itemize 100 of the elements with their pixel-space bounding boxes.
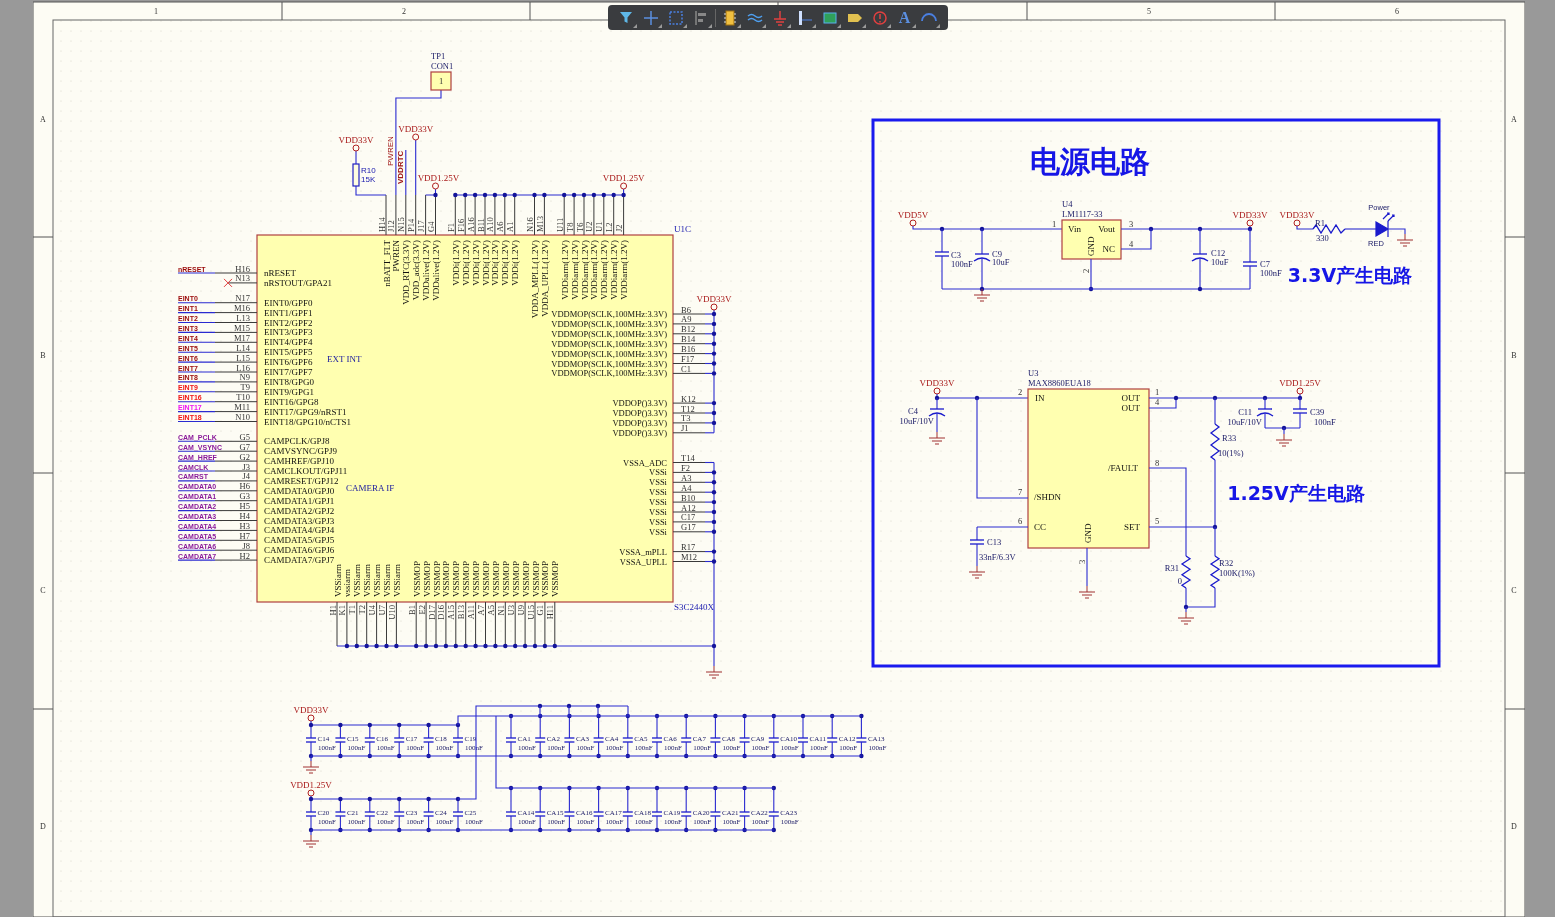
component-designator: U4 — [1062, 199, 1073, 209]
pin-number: P14 — [406, 218, 417, 232]
component-value: 10uF — [992, 257, 1010, 267]
pin-number: K12 — [681, 393, 696, 404]
pin-number: F16 — [455, 218, 466, 232]
pin-number: M12 — [681, 552, 698, 562]
pin-name: VDDi(1.2V) — [460, 240, 471, 286]
pin-number: T3 — [681, 413, 691, 424]
pin-number: N15 — [396, 217, 407, 232]
pin-number: T12 — [681, 403, 695, 414]
pin-name: VSSiarm — [391, 564, 402, 597]
pin-number: A5 — [485, 605, 496, 616]
power-net-label: VDD33V — [1232, 210, 1268, 220]
pin-number: C1 — [681, 363, 691, 374]
component-designator: C7 — [1260, 259, 1270, 269]
pin-name: VDDOP()3.3V) — [612, 408, 667, 418]
pin-number: G5 — [239, 431, 250, 442]
text-tool-button[interactable]: A — [893, 6, 916, 29]
pin-number: B10 — [681, 492, 696, 503]
pin-name: VSSi — [649, 477, 667, 488]
pin-name: CAMPCLK/GPJ8 — [264, 436, 330, 447]
pin-number: E2 — [416, 605, 427, 615]
pin-number: A9 — [681, 314, 692, 325]
pin-name: VSSi — [649, 467, 667, 478]
pin-number: N1 — [495, 605, 506, 616]
pin-name: vssiarm — [342, 569, 353, 597]
pin-name: CAMDATA7/GPJ7 — [264, 555, 335, 566]
zone-label: 6 — [1395, 7, 1399, 16]
pin-name: EINT16/GPG8 — [264, 396, 319, 407]
pin-number: L13 — [236, 313, 250, 323]
pin-name: CAMDATA0/GPJ0 — [264, 485, 335, 496]
pin-name: VDDOP()3.3V) — [612, 417, 667, 428]
power-net-label: VDD33V — [338, 135, 374, 145]
pin-number: J2 — [614, 224, 625, 232]
pin-number: N10 — [235, 412, 250, 422]
pin-number: B12 — [681, 324, 696, 335]
component-value: 0 — [1177, 576, 1182, 586]
pin-name: CC — [1034, 522, 1046, 532]
zone-label: D — [40, 822, 46, 831]
power-net-label: VDD1.25V — [417, 173, 460, 183]
pin-name: VSSi — [649, 526, 667, 537]
pin-name: VSSi — [649, 507, 667, 517]
pin-name: VDDOP()3.3V) — [612, 427, 667, 438]
pin-name: EINT9/GPG1 — [264, 386, 314, 397]
pin-name: VDDiarm(1.2V) — [589, 240, 600, 300]
block-label: EXT INT — [327, 354, 362, 364]
power-net-label: VDD33V — [696, 294, 732, 304]
pin-name: VDD_RTC(3.3V) — [401, 240, 412, 305]
pin-name: VDDi(1.2V) — [470, 240, 481, 286]
pin-name: CAMVSYNC/GPJ9 — [264, 446, 338, 457]
pin-name: PWREN — [391, 240, 402, 272]
power-net-label: VDD33V — [293, 705, 329, 715]
component-value: 100nF — [1260, 268, 1282, 278]
pin-name: NC — [1102, 244, 1115, 254]
pin-name: VSSMOP — [441, 560, 452, 597]
pin-number: G3 — [239, 491, 250, 502]
power-net-label: VDD5V — [897, 210, 929, 220]
pin-number: J8 — [242, 540, 250, 551]
pin-number: A11 — [466, 605, 477, 620]
component-designator: R1 — [1315, 218, 1325, 228]
pin-name: VDDi(1.2V) — [500, 240, 511, 286]
pin-number: 1 — [1052, 219, 1057, 229]
component-designator: C13 — [987, 537, 1002, 547]
power-net-label: VDD33V — [919, 378, 955, 388]
pin-number: U10 — [386, 605, 397, 620]
pin-name: VSSMOP — [451, 560, 462, 597]
pin-number: H5 — [239, 501, 250, 512]
pin-name: CAMCLKOUT/GPJ11 — [264, 466, 348, 476]
pin-number: M13 — [534, 215, 545, 232]
pin-name: nBATT_FLT — [381, 240, 392, 287]
pin-name: EINT0/GPF0 — [264, 297, 313, 308]
pin-number: H1 — [327, 605, 338, 616]
pin-number: K1 — [337, 605, 348, 616]
pin-number: J17 — [416, 220, 427, 232]
pin-number: H16 — [235, 263, 250, 274]
pin-number: N13 — [235, 273, 250, 284]
pin-number: 6 — [1018, 516, 1023, 526]
pin-number: H4 — [239, 511, 250, 521]
pin-name: /FAULT — [1108, 463, 1138, 473]
pin-name: VDDiarm(1.2V) — [619, 240, 630, 300]
pin-number: T14 — [681, 453, 695, 463]
pin-number: 3 — [1129, 219, 1134, 229]
component-designator: C4 — [908, 406, 918, 416]
pin-name: EINT1/GPF1 — [264, 307, 313, 318]
pin-number: T1 — [347, 605, 358, 615]
component-designator: U1C — [674, 224, 691, 234]
pin-number: C17 — [681, 512, 696, 523]
pin-number: A4 — [681, 482, 692, 493]
pin-number: 2 — [1081, 268, 1091, 273]
pin-name: GND — [1083, 523, 1093, 543]
pin-name: VSSiarm — [382, 564, 392, 597]
component-designator: C9 — [992, 249, 1002, 259]
pin-name: VDDA_MPLL(1.2V) — [530, 240, 540, 319]
pin-name: VSSA_UPLL — [619, 556, 667, 567]
pin-number: N16 — [525, 217, 535, 232]
zone-label: 2 — [402, 7, 406, 16]
component-part-number: MAX8860EUA18 — [1028, 378, 1091, 388]
component-part-number: CON1 — [431, 61, 454, 71]
pin-name: CAMRESET/GPJ12 — [264, 475, 339, 486]
pin-number: L15 — [236, 352, 250, 363]
